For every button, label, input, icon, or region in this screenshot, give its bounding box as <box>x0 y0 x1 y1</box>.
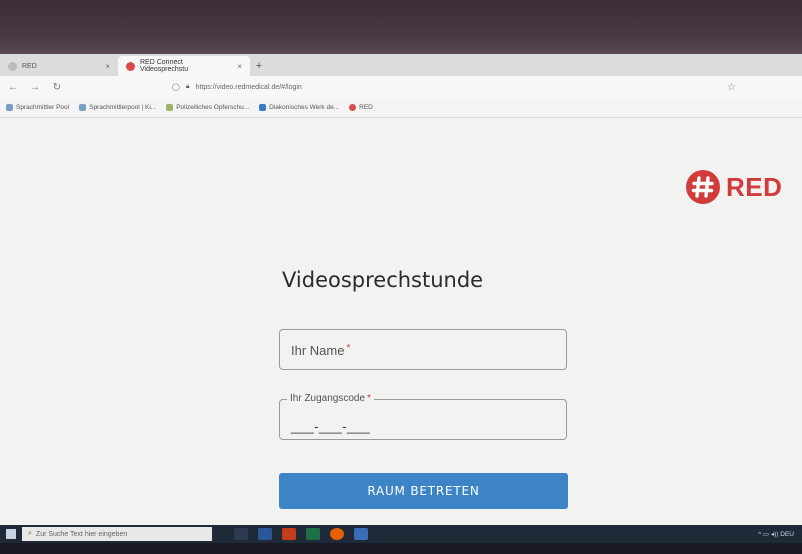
enter-room-button[interactable]: RAUM BETRETEN <box>279 473 568 509</box>
page-content: RED Videosprechstunde Ihr Name * Ihr Zuga… <box>0 118 802 525</box>
name-placeholder: Ihr Name * <box>291 343 351 358</box>
system-tray[interactable]: ^ ▭ ◂)) DEU <box>758 530 794 538</box>
taskbar-apps <box>234 528 368 540</box>
tab-label: RED <box>22 62 37 70</box>
bookmark-item[interactable]: Sprachmittlerpool | Ki... <box>79 104 156 111</box>
excel-icon[interactable] <box>306 528 320 540</box>
bookmark-item[interactable]: Sprachmittler Pool <box>6 104 69 111</box>
search-icon: ⌕ <box>28 530 32 537</box>
red-logo: RED <box>686 170 782 204</box>
windows-start-icon[interactable] <box>6 529 16 539</box>
taskbar-search[interactable]: ⌕ Zur Suche Text hier eingeben <box>22 527 212 541</box>
shield-icon: ◯ <box>172 84 180 91</box>
bookmarks-bar: Sprachmittler Pool Sprachmittlerpool | K… <box>0 98 802 118</box>
app-icon[interactable] <box>354 528 368 540</box>
browser-nav-bar: ← → ↻ ◯ 🔒︎ https://video.redmedical.de/#… <box>0 76 802 98</box>
firefox-icon[interactable] <box>330 528 344 540</box>
windows-taskbar: ⌕ Zur Suche Text hier eingeben ^ ▭ ◂)) D… <box>0 525 802 543</box>
access-code-value: ___-___-___ <box>291 419 371 434</box>
language-indicator: DEU <box>780 531 794 538</box>
bookmark-star-icon[interactable]: ☆ <box>727 82 736 93</box>
bookmark-favicon-icon <box>259 104 267 111</box>
reload-icon[interactable]: ↻ <box>50 82 64 93</box>
logo-text: RED <box>726 171 783 202</box>
access-code-label: Ihr Zugangscode * <box>287 393 374 404</box>
browser-tab-bar: RED × RED Connect Videosprechstu × + <box>0 54 802 76</box>
hash-logo-icon <box>686 170 720 204</box>
url-text: https://video.redmedical.de/#/login <box>195 83 302 91</box>
address-bar[interactable]: ◯ 🔒︎ https://video.redmedical.de/#/login <box>72 79 719 95</box>
photo-frame-top <box>0 0 802 54</box>
bookmark-favicon-icon <box>6 104 13 111</box>
bookmark-item[interactable]: Polizeiliches Opferschu... <box>166 104 249 111</box>
word-icon[interactable] <box>258 528 272 540</box>
access-code-field[interactable]: Ihr Zugangscode * ___-___-___ <box>279 393 567 440</box>
required-mark: * <box>367 393 371 404</box>
page-title: Videosprechstunde <box>282 268 484 292</box>
tab-favicon-icon <box>8 61 17 71</box>
powerpoint-icon[interactable] <box>282 528 296 540</box>
lock-icon: 🔒︎ <box>185 83 190 90</box>
name-field[interactable]: Ihr Name * <box>279 329 567 370</box>
bookmark-item[interactable]: Diakonisches Werk de... <box>259 104 339 111</box>
bookmark-favicon-icon <box>79 104 87 111</box>
bookmark-favicon-icon <box>166 104 174 111</box>
tab-red[interactable]: RED × <box>0 56 118 76</box>
back-icon[interactable]: ← <box>6 82 20 93</box>
tab-red-connect[interactable]: RED Connect Videosprechstu × <box>118 56 250 76</box>
photo-frame-bottom <box>0 543 802 554</box>
tray-icons: ^ ▭ ◂)) <box>758 531 781 538</box>
tab-close-icon[interactable]: × <box>105 62 110 71</box>
required-mark: * <box>346 343 351 354</box>
bookmark-favicon-icon <box>349 104 357 111</box>
forward-icon[interactable]: → <box>28 82 42 93</box>
task-view-icon[interactable] <box>234 528 248 540</box>
new-tab-button[interactable]: + <box>250 56 268 76</box>
bookmark-item[interactable]: RED <box>349 104 373 111</box>
tab-label: RED Connect Videosprechstu <box>140 59 189 73</box>
tab-close-icon[interactable]: × <box>237 62 242 71</box>
tab-favicon-icon <box>126 61 135 71</box>
